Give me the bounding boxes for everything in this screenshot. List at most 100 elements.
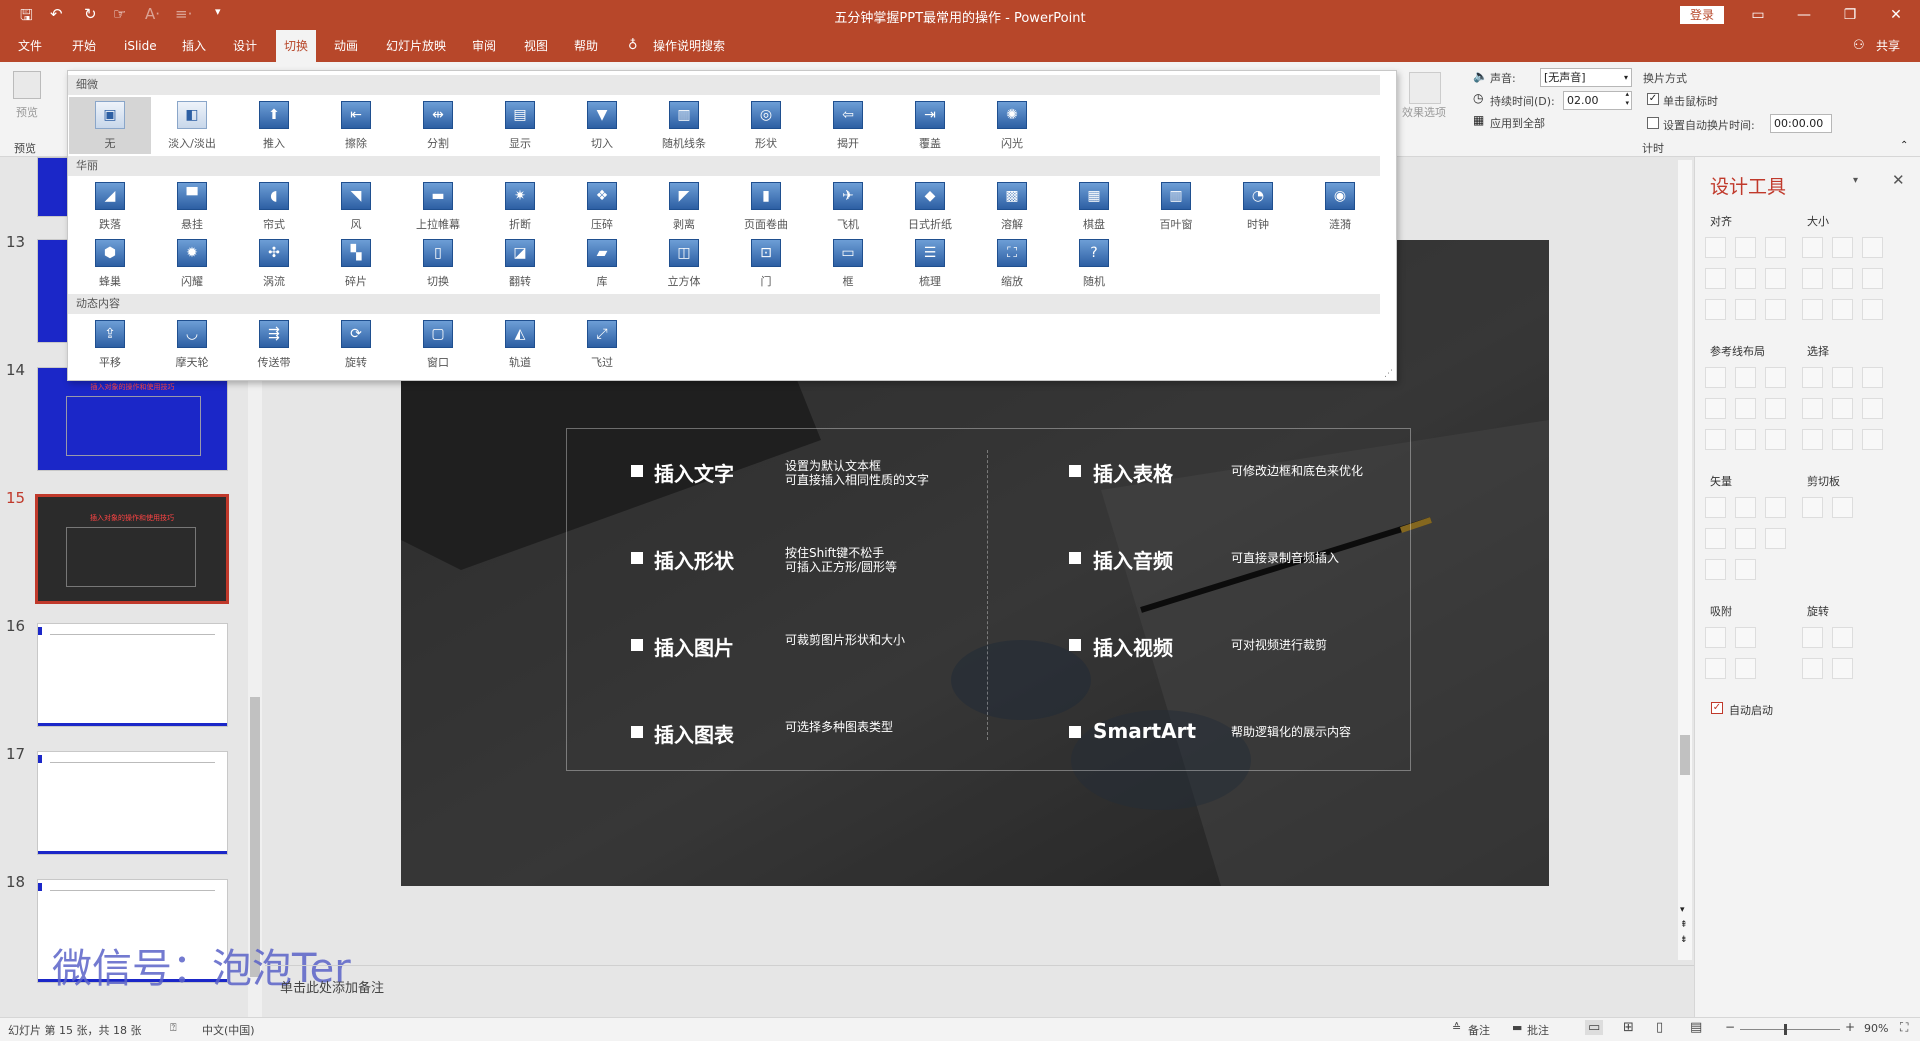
- slide-thumbnail-15[interactable]: 插入对象的操作和使用技巧: [35, 494, 229, 604]
- design-tool-icon[interactable]: [1862, 237, 1883, 258]
- design-tool-icon[interactable]: [1735, 429, 1756, 450]
- ribbon-display-icon[interactable]: ▭: [1735, 0, 1781, 30]
- design-tool-icon[interactable]: [1735, 299, 1756, 320]
- preview-button-label[interactable]: 预览: [16, 104, 38, 120]
- transition-option[interactable]: ▰ 库: [561, 235, 643, 292]
- design-tool-icon[interactable]: [1862, 429, 1883, 450]
- tab-islide[interactable]: iSlide: [116, 30, 165, 62]
- chevron-down-icon[interactable]: ▾: [1853, 175, 1858, 186]
- auto-after-checkbox[interactable]: [1647, 117, 1659, 129]
- tab-file[interactable]: 文件: [10, 30, 50, 62]
- design-tool-icon[interactable]: [1735, 627, 1756, 648]
- zoom-slider-thumb[interactable]: [1784, 1024, 1787, 1035]
- design-tool-icon[interactable]: [1832, 658, 1853, 679]
- design-tool-icon[interactable]: [1705, 367, 1726, 388]
- design-tool-icon[interactable]: [1832, 268, 1853, 289]
- transition-option[interactable]: ▦ 棋盘: [1053, 178, 1135, 235]
- transition-option[interactable]: ◆ 日式折纸: [889, 178, 971, 235]
- normal-view-icon[interactable]: ▭: [1585, 1020, 1604, 1035]
- design-tool-icon[interactable]: [1832, 627, 1853, 648]
- effect-options-icon[interactable]: [1409, 72, 1441, 104]
- design-tool-icon[interactable]: [1735, 237, 1756, 258]
- transition-option[interactable]: ⛶ 缩放: [971, 235, 1053, 292]
- design-tool-icon[interactable]: [1705, 429, 1726, 450]
- transition-option[interactable]: ☰ 梳理: [889, 235, 971, 292]
- duration-input[interactable]: 02.00 ▴ ▾: [1563, 90, 1632, 110]
- close-icon[interactable]: ✕: [1873, 0, 1919, 30]
- slide-scrollbar[interactable]: ▾ ⇞ ⇟: [1678, 160, 1692, 960]
- transition-option[interactable]: ⤢ 飞过: [561, 316, 643, 373]
- design-tool-icon[interactable]: [1802, 398, 1823, 419]
- scrollbar-thumb[interactable]: [250, 697, 260, 977]
- transition-option[interactable]: ◭ 轨道: [479, 316, 561, 373]
- design-tool-icon[interactable]: [1832, 237, 1853, 258]
- design-tool-icon[interactable]: [1832, 398, 1853, 419]
- slideshow-icon[interactable]: ▤: [1690, 1020, 1702, 1035]
- transition-option[interactable]: ▩ 溶解: [971, 178, 1053, 235]
- prev-slide-icon[interactable]: ⇞: [1680, 920, 1688, 930]
- design-tool-icon[interactable]: [1705, 237, 1726, 258]
- design-tool-icon[interactable]: [1832, 299, 1853, 320]
- design-tool-icon[interactable]: [1802, 627, 1823, 648]
- design-tool-icon[interactable]: [1832, 497, 1853, 518]
- close-icon[interactable]: ✕: [1892, 171, 1905, 189]
- transition-option[interactable]: ⊡ 门: [725, 235, 807, 292]
- zoom-in-icon[interactable]: +: [1845, 1020, 1855, 1034]
- design-tool-icon[interactable]: [1765, 528, 1786, 549]
- design-tool-icon[interactable]: [1735, 497, 1756, 518]
- zoom-out-icon[interactable]: −: [1725, 1020, 1735, 1034]
- spin-icon[interactable]: ▴ ▾: [1625, 90, 1629, 108]
- design-tool-icon[interactable]: [1862, 299, 1883, 320]
- tab-transitions[interactable]: 切换: [276, 30, 317, 62]
- transition-option[interactable]: ⬆ 推入: [233, 97, 315, 154]
- transition-option[interactable]: ✺ 闪光: [971, 97, 1053, 154]
- transition-option[interactable]: ⬢ 蜂巢: [69, 235, 151, 292]
- transition-option[interactable]: ▚ 碎片: [315, 235, 397, 292]
- design-tool-icon[interactable]: [1765, 237, 1786, 258]
- design-tool-icon[interactable]: [1802, 497, 1823, 518]
- transition-option[interactable]: ⇤ 擦除: [315, 97, 397, 154]
- zoom-slider[interactable]: [1740, 1029, 1840, 1030]
- design-tool-icon[interactable]: [1765, 299, 1786, 320]
- transition-option[interactable]: ▯ 切换: [397, 235, 479, 292]
- transition-option[interactable]: ▢ 窗口: [397, 316, 479, 373]
- transition-option[interactable]: ▮ 页面卷曲: [725, 178, 807, 235]
- design-tool-icon[interactable]: [1802, 367, 1823, 388]
- design-tool-icon[interactable]: [1705, 497, 1726, 518]
- effect-options-button[interactable]: 效果选项: [1402, 104, 1446, 120]
- tab-insert[interactable]: 插入: [174, 30, 214, 62]
- design-tool-icon[interactable]: [1735, 398, 1756, 419]
- design-tool-icon[interactable]: [1832, 367, 1853, 388]
- design-tool-icon[interactable]: [1705, 268, 1726, 289]
- design-tool-icon[interactable]: [1705, 627, 1726, 648]
- transition-option[interactable]: ◧ 淡入/淡出: [151, 97, 233, 154]
- transition-option[interactable]: ▤ 显示: [479, 97, 561, 154]
- share-button[interactable]: 共享: [1868, 30, 1908, 62]
- scroll-down-icon[interactable]: ▾: [1680, 905, 1685, 915]
- design-tool-icon[interactable]: [1802, 268, 1823, 289]
- design-tool-icon[interactable]: [1862, 367, 1883, 388]
- transition-option[interactable]: ⇦ 揭开: [807, 97, 889, 154]
- transition-option[interactable]: ▬ 上拉帷幕: [397, 178, 479, 235]
- tab-review[interactable]: 审阅: [464, 30, 504, 62]
- design-tool-icon[interactable]: [1705, 559, 1726, 580]
- slide-sorter-icon[interactable]: ⊞: [1623, 1020, 1634, 1035]
- on-click-checkbox[interactable]: ✓: [1647, 93, 1659, 105]
- transition-option[interactable]: ▭ 框: [807, 235, 889, 292]
- minimize-icon[interactable]: —: [1781, 0, 1827, 30]
- transition-option[interactable]: ▥ 随机线条: [643, 97, 725, 154]
- transition-option[interactable]: ⇪ 平移: [69, 316, 151, 373]
- transition-option[interactable]: ◖ 帘式: [233, 178, 315, 235]
- design-tool-icon[interactable]: [1802, 658, 1823, 679]
- design-tool-icon[interactable]: [1862, 268, 1883, 289]
- comments-button[interactable]: 批注: [1527, 1022, 1549, 1038]
- apply-all-button[interactable]: 应用到全部: [1490, 115, 1545, 131]
- transition-option[interactable]: ◪ 翻转: [479, 235, 561, 292]
- transition-option[interactable]: ▼ 切入: [561, 97, 643, 154]
- language[interactable]: 中文(中国): [202, 1022, 255, 1038]
- transition-option[interactable]: ✷ 折断: [479, 178, 561, 235]
- design-tool-icon[interactable]: [1765, 268, 1786, 289]
- transition-option[interactable]: ◡ 摩天轮: [151, 316, 233, 373]
- comments-icon[interactable]: ▬: [1512, 1021, 1522, 1034]
- next-slide-icon[interactable]: ⇟: [1680, 935, 1688, 945]
